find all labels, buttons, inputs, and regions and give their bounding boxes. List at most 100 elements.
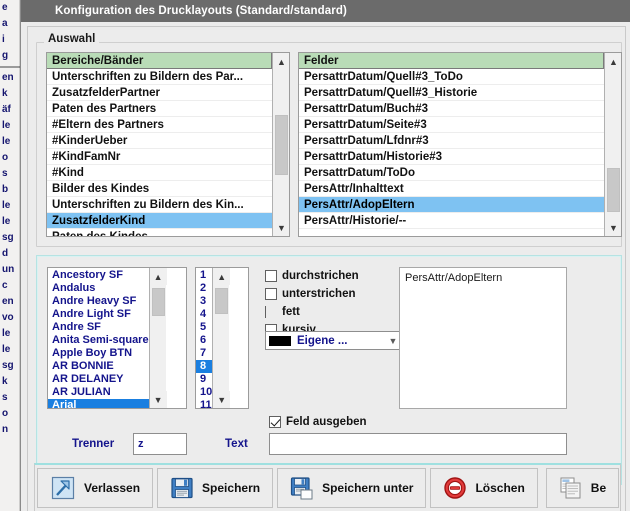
- toolbar-button-speichern[interactable]: Speichern: [157, 468, 274, 508]
- background-text-fragment: o: [2, 408, 9, 419]
- size-list-item[interactable]: 5: [196, 321, 212, 334]
- felder-list-item[interactable]: PersattrDatum/Buch#3: [299, 101, 604, 117]
- scroll-up-icon[interactable]: ▲: [149, 268, 167, 285]
- scroll-up-icon[interactable]: ▲: [213, 268, 231, 285]
- scroll-up-icon[interactable]: ▲: [273, 53, 289, 70]
- size-list-scrollbar[interactable]: ▲ ▼: [212, 268, 231, 408]
- background-text-fragment: b: [2, 184, 9, 195]
- size-list-item[interactable]: 2: [196, 282, 212, 295]
- checkbox-box[interactable]: [265, 288, 277, 300]
- font-list-scrollbar[interactable]: ▲ ▼: [148, 268, 167, 408]
- font-list-item[interactable]: AR DELANEY: [48, 373, 149, 386]
- list-item-label: ZusatzfelderPartner: [52, 87, 161, 99]
- size-list-item[interactable]: 7: [196, 347, 212, 360]
- bereiche-list-item[interactable]: #KindFamNr: [47, 149, 272, 165]
- checkbox-box[interactable]: [269, 416, 281, 428]
- bereiche-list-item[interactable]: #Eltern des Partners: [47, 117, 272, 133]
- font-color-combo[interactable]: Eigene ... ▼: [265, 331, 403, 350]
- scroll-down-icon[interactable]: ▼: [273, 219, 289, 236]
- text-input[interactable]: [269, 433, 567, 455]
- list-item-label: AR DELANEY: [52, 373, 124, 385]
- felder-list-item[interactable]: PersattrDatum/Quell#3_Historie: [299, 85, 604, 101]
- font-list-item[interactable]: AR BONNIE: [48, 360, 149, 373]
- toolbar-button-be[interactable]: Be: [545, 468, 620, 508]
- scrollbar-thumb[interactable]: [215, 288, 229, 314]
- toolbar-button-loschen[interactable]: Löschen: [430, 468, 538, 508]
- format-group: Ancestory SF Andalus Andre Heavy SF Andre L…: [36, 255, 622, 485]
- toolbar-button-speichern-unter[interactable]: Speichern unter: [277, 468, 427, 508]
- felder-list-item[interactable]: PersAttr/AdopEltern: [299, 197, 604, 213]
- size-list-item[interactable]: 8: [196, 360, 213, 373]
- checkbox-box[interactable]: [265, 270, 277, 282]
- size-list-item[interactable]: 10: [196, 386, 212, 399]
- scroll-down-icon[interactable]: ▼: [149, 391, 167, 408]
- list-item-label: 4: [200, 308, 207, 320]
- checkbox-durchstrichen[interactable]: durchstrichen: [265, 268, 405, 284]
- bereiche-list-item[interactable]: Paten des Kindes: [47, 229, 272, 236]
- bereiche-list-item[interactable]: Paten des Partners: [47, 101, 272, 117]
- font-list-column[interactable]: Ancestory SF Andalus Andre Heavy SF Andre L…: [48, 268, 149, 408]
- font-list-item[interactable]: Andre Heavy SF: [48, 295, 149, 308]
- bereiche-list-scrollbar[interactable]: ▲ ▼: [272, 53, 289, 236]
- size-list-item[interactable]: 3: [196, 295, 212, 308]
- list-item-label: Ancestory SF: [52, 269, 123, 281]
- bereiche-list-item[interactable]: ZusatzfelderPartner: [47, 85, 272, 101]
- size-list-item[interactable]: 1: [196, 269, 212, 282]
- chevron-down-icon[interactable]: ▼: [387, 336, 399, 346]
- checkbox-box[interactable]: [265, 306, 269, 318]
- background-window: e a i g en k äf le le o s b le le sg d un c en vo le le sg k s o n: [0, 0, 20, 511]
- font-list-item[interactable]: Arial: [48, 399, 149, 408]
- felder-list-item[interactable]: PersattrDatum/Quell#3_ToDo: [299, 69, 604, 85]
- font-list-item[interactable]: Andalus: [48, 282, 149, 295]
- trenner-input[interactable]: [133, 433, 187, 455]
- scroll-up-icon[interactable]: ▲: [605, 53, 621, 70]
- font-list-item[interactable]: Ancestory SF: [48, 269, 149, 282]
- background-text-fragment: sg: [2, 232, 14, 243]
- feld-ausgeben-checkbox[interactable]: Feld ausgeben: [269, 416, 367, 428]
- toolbar-button-label: Speichern unter: [322, 481, 414, 495]
- felder-list-item[interactable]: PersAttr/Inhalttext: [299, 181, 604, 197]
- font-list-item[interactable]: Anita Semi-square: [48, 334, 149, 347]
- felder-list-item[interactable]: PersattrDatum/Lfdnr#3: [299, 133, 604, 149]
- toolbar-button-verlassen[interactable]: Verlassen: [37, 468, 154, 508]
- list-item-label: AR JULIAN: [52, 386, 111, 398]
- size-list-item[interactable]: 11: [196, 399, 212, 408]
- trenner-label: Trenner: [72, 438, 115, 450]
- scroll-down-icon[interactable]: ▼: [605, 219, 621, 236]
- size-list-column[interactable]: 1 2 3 4 5 6 7 8 9 10 11: [196, 268, 213, 408]
- size-list-item[interactable]: 9: [196, 373, 212, 386]
- font-list-item[interactable]: Andre Light SF: [48, 308, 149, 321]
- list-item-label: PersattrDatum/Historie#3: [304, 151, 443, 163]
- felder-list-item[interactable]: PersattrDatum/ToDo: [299, 165, 604, 181]
- font-size-list[interactable]: 1 2 3 4 5 6 7 8 9 10 11 ▲ ▼: [195, 267, 249, 409]
- scrollbar-thumb[interactable]: [151, 288, 165, 316]
- font-list-item[interactable]: Apple Boy BTN: [48, 347, 149, 360]
- list-item-label: #Kind: [52, 167, 84, 179]
- font-family-list[interactable]: Ancestory SF Andalus Andre Heavy SF Andre L…: [47, 267, 187, 409]
- background-text-fragment: k: [2, 88, 8, 99]
- scrollbar-thumb[interactable]: [607, 168, 620, 212]
- bereiche-list-item[interactable]: #Kind: [47, 165, 272, 181]
- checkbox-unterstrichen[interactable]: unterstrichen: [265, 286, 405, 302]
- bereiche-list-item[interactable]: Unterschriften zu Bildern des Par...: [47, 69, 272, 85]
- list-item-label: #KinderUeber: [52, 135, 128, 147]
- bereiche-list-item[interactable]: Unterschriften zu Bildern des Kin...: [47, 197, 272, 213]
- felder-list-item[interactable]: PersattrDatum/Historie#3: [299, 149, 604, 165]
- font-list-item[interactable]: Andre SF: [48, 321, 149, 334]
- felder-list-item[interactable]: PersattrDatum/Seite#3: [299, 117, 604, 133]
- checkbox-fett[interactable]: fett: [265, 304, 405, 320]
- bereiche-list-column[interactable]: Bereiche/Bänder Unterschriften zu Bilder…: [47, 53, 272, 236]
- bereiche-list-item[interactable]: ZusatzfelderKind: [47, 213, 272, 229]
- scroll-down-icon[interactable]: ▼: [213, 391, 231, 408]
- bereiche-list-item[interactable]: #KinderUeber: [47, 133, 272, 149]
- bereiche-baender-list[interactable]: Bereiche/Bänder Unterschriften zu Bilder…: [46, 52, 290, 237]
- size-list-item[interactable]: 4: [196, 308, 212, 321]
- scrollbar-thumb[interactable]: [275, 115, 288, 175]
- felder-list[interactable]: Felder PersattrDatum/Quell#3_ToDo Persatt…: [298, 52, 622, 237]
- felder-list-scrollbar[interactable]: ▲ ▼: [604, 53, 621, 236]
- felder-list-column[interactable]: Felder PersattrDatum/Quell#3_ToDo Persatt…: [299, 53, 604, 236]
- felder-list-item[interactable]: PersAttr/Historie/--: [299, 213, 604, 229]
- bereiche-list-item[interactable]: Bilder des Kindes: [47, 181, 272, 197]
- font-list-item[interactable]: AR JULIAN: [48, 386, 149, 399]
- size-list-item[interactable]: 6: [196, 334, 212, 347]
